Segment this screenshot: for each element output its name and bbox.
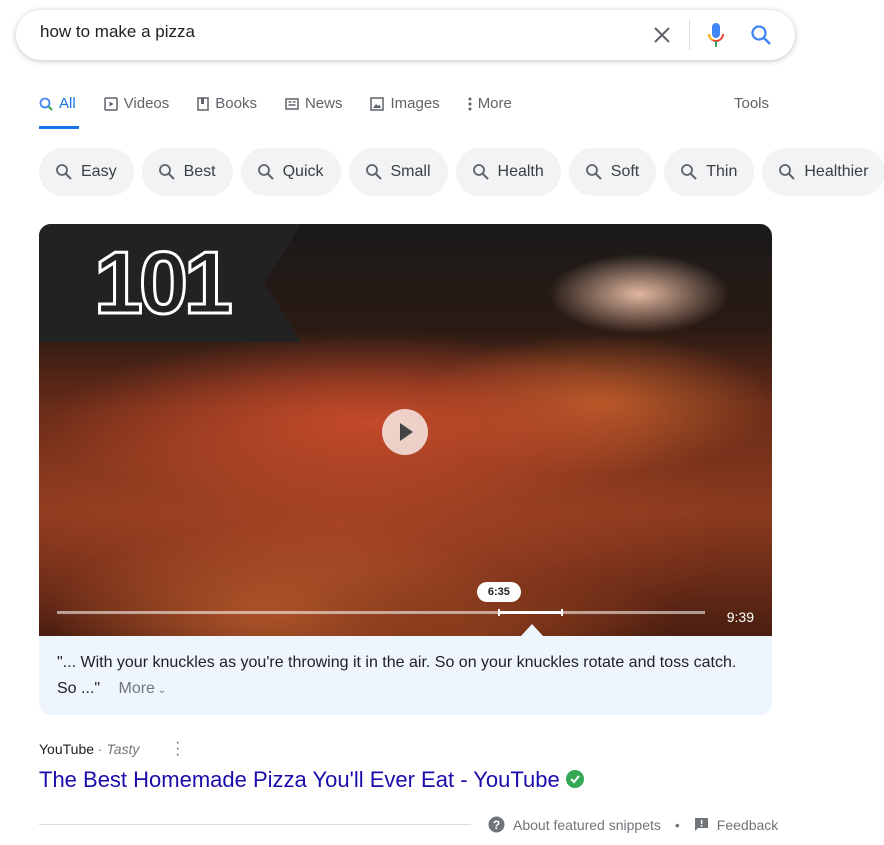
more-vert-icon xyxy=(468,97,472,111)
separator-dot: • xyxy=(674,816,680,833)
tools-button[interactable]: Tools xyxy=(734,95,769,112)
tab-label: News xyxy=(304,95,343,112)
play-icon xyxy=(400,423,413,441)
search-icon xyxy=(585,164,602,180)
search-icon xyxy=(56,164,72,180)
tab-label: Images xyxy=(390,95,440,112)
search-icon[interactable] xyxy=(750,24,772,46)
current-time-tooltip: 6:35 xyxy=(476,582,521,602)
source-name: YouTube xyxy=(39,741,95,757)
verified-icon xyxy=(565,770,584,788)
refinement-chips: Easy Best Quick Small Health Soft Thin Healthie… xyxy=(39,148,884,196)
play-button[interactable] xyxy=(382,409,428,455)
video-thumbnail[interactable]: 101 6:35 9:39 xyxy=(39,224,772,636)
chip-label: Soft xyxy=(610,163,640,180)
footer-divider xyxy=(39,824,471,825)
search-icon xyxy=(257,164,274,180)
snippet-pointer xyxy=(521,624,543,636)
thumbnail-text: 101 xyxy=(93,232,235,334)
tab-all[interactable]: All xyxy=(39,95,76,112)
more-label: More xyxy=(118,680,155,697)
chip-health[interactable]: Health xyxy=(455,148,561,196)
channel-name: Tasty xyxy=(106,741,140,757)
chip-label: Healthier xyxy=(804,163,869,180)
search-box xyxy=(16,10,795,60)
search-icon xyxy=(779,164,796,180)
chip-label: Health xyxy=(497,163,544,180)
chip-best[interactable]: Best xyxy=(141,148,233,196)
chip-label: Thin xyxy=(706,163,738,180)
duration: 9:39 xyxy=(726,609,754,625)
transcript-snippet: "... With your knuckles as you're throwi… xyxy=(39,636,772,715)
chip-healthier[interactable]: Healthier xyxy=(762,148,884,196)
feedback-link[interactable]: Feedback xyxy=(717,817,778,833)
progress-segment xyxy=(497,609,564,616)
search-icon xyxy=(472,164,489,180)
more-options-icon[interactable]: · · · xyxy=(175,735,180,763)
tab-label: All xyxy=(59,95,76,112)
chevron-down-icon: ⌄ xyxy=(154,685,167,696)
chip-label: Small xyxy=(390,163,431,180)
progress-track[interactable] xyxy=(57,611,705,614)
search-icon xyxy=(681,164,697,180)
image-icon xyxy=(370,96,385,111)
tab-news[interactable]: News xyxy=(285,95,343,112)
search-icon xyxy=(39,97,53,111)
tab-label: Videos xyxy=(123,95,170,112)
chip-thin[interactable]: Thin xyxy=(664,148,755,196)
book-icon xyxy=(197,96,210,111)
feedback-icon xyxy=(694,818,708,831)
tab-videos[interactable]: Videos xyxy=(103,95,170,112)
chip-label: Best xyxy=(183,163,216,180)
news-icon xyxy=(285,97,299,111)
chip-easy[interactable]: Easy xyxy=(39,148,134,196)
chip-quick[interactable]: Quick xyxy=(240,148,341,196)
result-source: YouTube · Tasty xyxy=(39,741,140,757)
tab-label: Books xyxy=(215,95,257,112)
more-button[interactable]: More ⌄ xyxy=(118,680,166,697)
chip-soft[interactable]: Soft xyxy=(568,148,657,196)
result-title: The Best Homemade Pizza You'll Ever Eat … xyxy=(39,767,560,792)
help-icon: ? xyxy=(488,816,505,833)
search-icon xyxy=(158,164,175,180)
search-tabs: All Videos Books News Images More xyxy=(39,95,540,112)
chip-small[interactable]: Small xyxy=(348,148,448,196)
chip-label: Easy xyxy=(81,163,117,180)
search-icon xyxy=(365,164,382,180)
active-tab-indicator xyxy=(39,126,79,129)
divider xyxy=(689,20,690,50)
svg-text:?: ? xyxy=(493,818,500,832)
video-icon xyxy=(103,96,118,111)
clear-icon[interactable] xyxy=(653,26,671,44)
result-title-link[interactable]: The Best Homemade Pizza You'll Ever Eat … xyxy=(39,767,584,793)
mic-icon[interactable] xyxy=(707,23,725,49)
tab-label: More xyxy=(477,95,512,112)
tab-more[interactable]: More xyxy=(468,95,512,112)
search-input[interactable] xyxy=(40,22,600,42)
snippet-footer: ? About featured snippets • Feedback xyxy=(488,816,778,833)
chip-label: Quick xyxy=(282,163,324,180)
tab-images[interactable]: Images xyxy=(370,95,440,112)
about-featured-snippets-link[interactable]: About featured snippets xyxy=(513,817,661,833)
tab-books[interactable]: Books xyxy=(197,95,257,112)
